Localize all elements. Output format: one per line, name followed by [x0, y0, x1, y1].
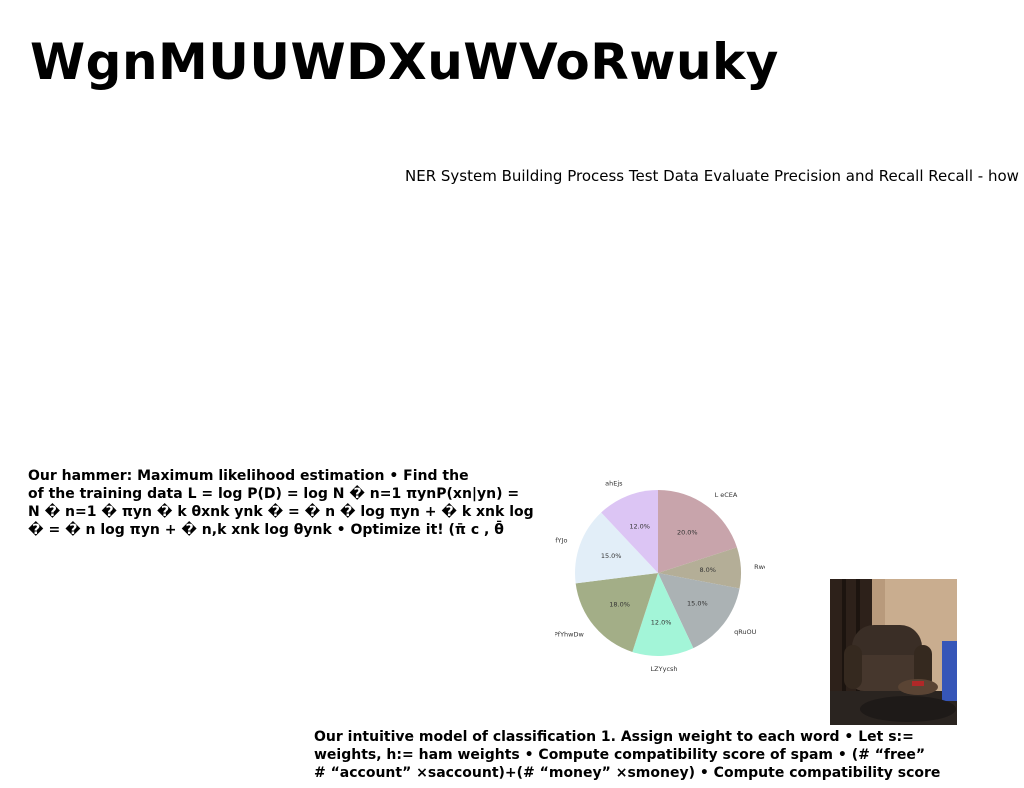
pie-category-label: pZdfYJo — [555, 536, 567, 544]
pie-category-label: L eCEA — [715, 491, 738, 499]
pie-category-label: qRuOU — [734, 628, 757, 636]
armchair-photo — [830, 579, 957, 725]
photo-rug — [860, 696, 956, 722]
pie-category-label: YpwPfYhwDw — [555, 630, 584, 638]
pie-value-label: 12.0% — [651, 619, 672, 627]
pie-value-label: 15.0% — [687, 600, 708, 608]
photo-book — [912, 681, 924, 686]
pie-value-label: 20.0% — [677, 529, 698, 537]
pie-category-label: LZYycsh — [651, 665, 678, 673]
page-subtitle: NER System Building Process Test Data Ev… — [405, 167, 1019, 185]
pie-value-label: 12.0% — [629, 523, 650, 531]
pie-category-label: RweGZl — [754, 563, 765, 571]
text-line: # “account” ×saccount)+(# “money” ×smone… — [314, 765, 941, 781]
pie-chart: 20.0% L eCEA 8.0% RweGZl 15.0% qRuOU 12.0% LZYy… — [555, 479, 765, 673]
text-line: Our intuitive model of classification 1.… — [314, 729, 914, 745]
text-line: weights, h:= ham weights • Compute compa… — [314, 747, 926, 763]
text-line: Our hammer: Maximum likelihood estimatio… — [28, 468, 469, 484]
text-line: of the training data L = log P(D) = log … — [28, 486, 520, 502]
pie-value-label: 18.0% — [609, 601, 630, 609]
page-title: WgnMUUWDXuWVoRwuky — [30, 33, 779, 91]
pie-category-label: ahEjs — [605, 479, 623, 487]
photo-blue-panel — [942, 641, 957, 701]
text-block-mle: Our hammer: Maximum likelihood estimatio… — [28, 467, 534, 539]
photo-chair-arm — [844, 645, 862, 689]
text-line: N � n=1 � πyn � k θxnk ynk � = � n � log… — [28, 504, 534, 520]
text-block-classification: Our intuitive model of classification 1.… — [314, 728, 940, 782]
pie-value-label: 8.0% — [699, 566, 716, 574]
text-line: � = � n log πyn + � n,k xnk log θynk • O… — [28, 522, 504, 538]
pie-value-label: 15.0% — [601, 552, 622, 560]
